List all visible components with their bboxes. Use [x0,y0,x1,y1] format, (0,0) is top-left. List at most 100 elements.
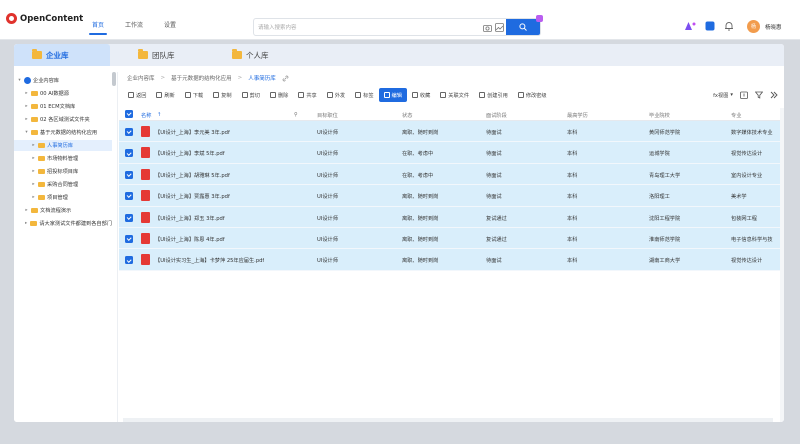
caret-down-icon[interactable]: ▾ [17,78,22,83]
column-search-icon[interactable]: ⚲ [294,112,298,118]
caret-down-icon[interactable]: ▾ [24,130,29,135]
toolbar-delete-button[interactable]: 删除 [265,88,293,102]
file-name[interactable]: 【UI设计_上海】郑玉 3年.pdf [155,215,225,222]
collapse-icon[interactable] [770,91,778,99]
nav-workflow[interactable]: 工作流 [116,0,152,40]
caret-right-icon[interactable]: ▸ [31,195,36,200]
nav-home[interactable]: 首页 [80,0,116,40]
app-grid-icon[interactable] [705,21,715,31]
tree-item[interactable]: ▸ 采购合同管理 [14,179,112,190]
tree-item[interactable]: ▸ 市场物料管理 [14,153,112,164]
user-name[interactable]: 杨晓惠 [765,23,782,31]
column-header[interactable]: 专业 [731,112,741,119]
caret-right-icon[interactable]: ▸ [31,143,36,148]
toolbar-share-button[interactable]: 共享 [293,88,321,102]
toolbar-send-button[interactable]: 外发 [322,88,350,102]
search-input[interactable] [258,22,468,33]
toolbar-lock-button[interactable]: 修改密级 [513,88,552,102]
caret-right-icon[interactable]: ▸ [24,104,29,109]
file-name[interactable]: 【UI设计_上海】李斌 5年.pdf [155,150,225,157]
caret-right-icon[interactable]: ▸ [31,156,36,161]
row-checkbox[interactable] [125,256,133,265]
breadcrumb-item[interactable]: 企业内容库 [127,74,155,82]
share-icon [298,92,305,98]
tree-scrollbar[interactable] [112,72,116,86]
row-checkbox[interactable] [125,213,133,222]
row-checkbox[interactable] [125,128,133,136]
row-checkbox[interactable] [125,170,133,179]
tree-item[interactable]: ▸ 项目管理 [14,192,112,203]
table-row[interactable]: 【UI设计_上海】李斌 5年.pdf UI设计师 在职、考虑中 待面试 本科 运城学院 视觉… [119,142,784,164]
table-vertical-scrollbar[interactable] [780,108,784,422]
file-name[interactable]: 【UI设计_上海】贾露惠 3年.pdf [155,193,230,200]
table-row[interactable]: 【UI设计_上海】胡雅琳 5年.pdf UI设计师 在职、考虑中 待面试 本科 青岛理工大… [119,163,784,186]
export-icon[interactable] [740,91,748,99]
tree-item[interactable]: ▸ 02 各区域测试文件夹 [14,114,112,125]
table-row[interactable]: 【UI设计实习生_上海】卡梦萍 25年应届生.pdf UI设计师 离职、随时到岗 待面… [119,249,784,271]
toolbar-download-button[interactable]: 下载 [180,88,208,102]
link-icon[interactable] [282,75,289,82]
row-checkbox[interactable] [125,192,133,201]
caret-right-icon[interactable]: ▸ [31,169,36,174]
toolbar-tag-button[interactable]: 标签 [350,88,378,102]
toolbar-button-label: 复制 [221,92,232,99]
file-name[interactable]: 【UI设计_上海】胡雅琳 5年.pdf [155,172,230,179]
app-logo[interactable]: OpenContent [6,13,83,24]
row-checkbox[interactable] [125,149,133,158]
view-selector[interactable]: fx视图 ▾ [713,92,733,99]
avatar[interactable]: 杨 [747,20,760,33]
ai-assistant-icon[interactable] [684,21,696,31]
caret-right-icon[interactable]: ▸ [24,117,29,122]
folder-icon [30,221,38,226]
tree-item[interactable]: ▸ 文档流程演示 [14,205,112,216]
tree-item[interactable]: ▾ 企业内容库 [14,75,112,86]
column-header[interactable]: 面试阶段 [486,112,507,119]
toolbar-back-button[interactable]: 返回 [123,88,151,102]
tree-item[interactable]: ▸ 人事简历库 [14,140,112,151]
table-horizontal-scrollbar[interactable] [123,418,773,422]
nav-settings[interactable]: 设置 [152,0,188,40]
row-checkbox[interactable] [125,234,133,243]
column-header[interactable]: 目标职位 [317,112,338,119]
file-name[interactable]: 【UI设计_上海】李元美 3年.pdf [155,129,230,136]
caret-right-icon[interactable]: ▸ [24,91,29,96]
tab-personal-library[interactable]: 个人库 [232,44,312,66]
bell-icon[interactable] [724,21,734,31]
table-row[interactable]: 【UI设计_上海】陈恩 4年.pdf UI设计师 离职、随时到岗 复试通过 本科 淮南师范… [119,227,784,250]
toolbar-link-button[interactable]: 关联文件 [435,88,474,102]
caret-right-icon[interactable]: ▸ [31,182,36,187]
tree-item[interactable]: ▸ 招投标项目库 [14,166,112,177]
file-name[interactable]: 【UI设计_上海】陈恩 4年.pdf [155,236,225,243]
toolbar-cut-button[interactable]: 剪切 [237,88,265,102]
table-row[interactable]: 【UI设计_上海】郑玉 3年.pdf UI设计师 离职、随时到岗 复试通过 本科 沈阳工程… [119,206,784,228]
caret-right-icon[interactable]: ▸ [24,208,29,213]
file-name[interactable]: 【UI设计实习生_上海】卡梦萍 25年应届生.pdf [155,257,264,264]
sort-asc-icon[interactable]: ↑ [157,112,161,118]
camera-icon[interactable] [482,22,493,33]
caret-right-icon[interactable]: ▸ [24,221,28,226]
column-header[interactable]: 最高学历 [567,112,588,119]
toolbar-edit-button[interactable]: 编辑 [378,88,407,102]
tab-team-library[interactable]: 团队库 [138,44,218,66]
search-button[interactable] [506,15,543,35]
column-header[interactable]: 毕业院校 [649,112,670,119]
column-header[interactable]: 状态 [402,112,412,119]
toolbar-refresh-button[interactable]: 刷新 [151,88,179,102]
tab-enterprise-library[interactable]: 企业库 [14,44,110,66]
select-all-checkbox[interactable] [125,110,133,118]
breadcrumb-item[interactable]: 基于元数据的结构化应用 [171,74,232,82]
tree-item[interactable]: ▸ 00 AI数据源 [14,88,112,99]
pdf-file-icon [141,254,150,266]
image-search-icon[interactable] [494,22,505,33]
column-header[interactable]: 名称 [141,112,151,119]
toolbar-copy-button[interactable]: 复制 [208,88,236,102]
tree-item[interactable]: ▸ 请大家测试文件都建到各自部门 [14,218,112,229]
tree-item[interactable]: ▸ 01 ECM文档库 [14,101,112,112]
table-row[interactable]: 【UI设计_上海】贾露惠 3年.pdf UI设计师 离职、随时到岗 待面试 本科 洛阳理工… [119,185,784,207]
table-cell: 复试通过 [486,236,507,243]
table-row[interactable]: 【UI设计_上海】李元美 3年.pdf UI设计师 离职、随时到岗 待面试 本科 黄冈师范… [119,121,784,143]
filter-icon[interactable] [755,91,763,99]
toolbar-reference-button[interactable]: 创建引用 [474,88,513,102]
tree-item[interactable]: ▾ 基于元数据的结构化应用 [14,127,112,138]
toolbar-star-button[interactable]: 收藏 [407,88,435,102]
